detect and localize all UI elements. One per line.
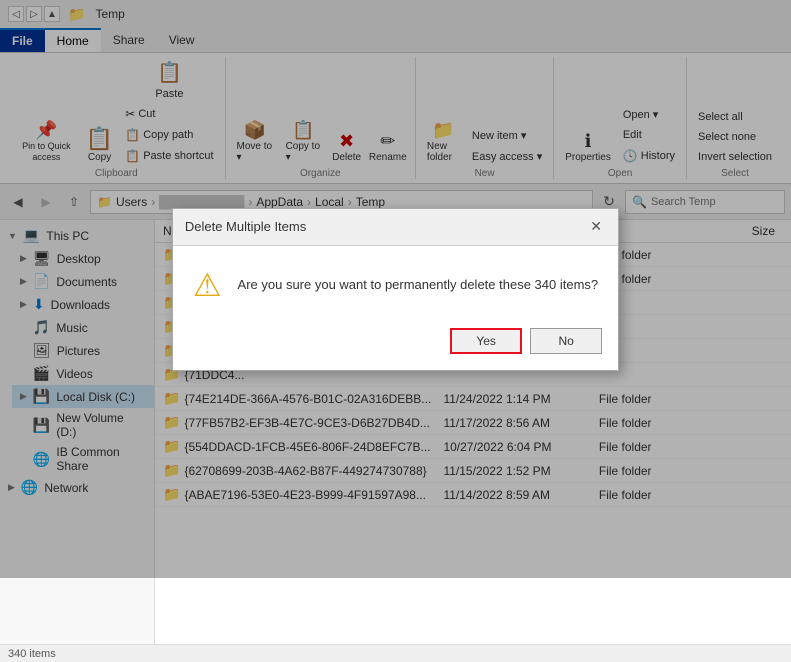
status-bar: 340 items xyxy=(0,644,791,662)
dialog-yes-button[interactable]: Yes xyxy=(450,328,522,354)
dialog-overlay: Delete Multiple Items ✕ ⚠ Are you sure y… xyxy=(0,0,791,578)
dialog-message: Are you sure you want to permanently del… xyxy=(238,277,599,292)
dialog-title: Delete Multiple Items xyxy=(185,219,306,234)
delete-dialog: Delete Multiple Items ✕ ⚠ Are you sure y… xyxy=(172,208,619,371)
warning-icon: ⚠ xyxy=(193,266,222,304)
dialog-close-button[interactable]: ✕ xyxy=(586,217,606,237)
dialog-buttons: Yes No xyxy=(173,320,618,370)
dialog-no-button[interactable]: No xyxy=(530,328,602,354)
status-text: 340 items xyxy=(8,648,56,660)
dialog-body: ⚠ Are you sure you want to permanently d… xyxy=(173,246,618,320)
dialog-title-bar: Delete Multiple Items ✕ xyxy=(173,209,618,246)
